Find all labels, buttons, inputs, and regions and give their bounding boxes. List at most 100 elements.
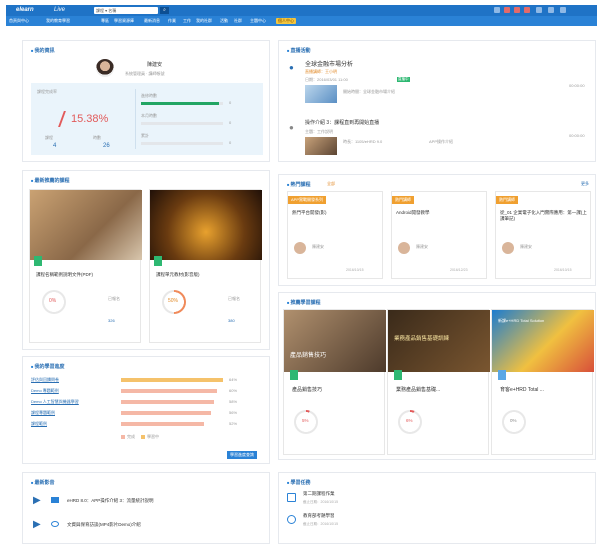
side-item: 累計 0: [141, 133, 259, 147]
nav-item[interactable]: 作業: [168, 18, 176, 24]
side-item: 本月時數 0: [141, 113, 259, 127]
task-title[interactable]: 第二期課程作業: [303, 491, 335, 497]
nav-item[interactable]: 工作: [183, 18, 191, 24]
task-title[interactable]: 教育部考題學習: [303, 513, 335, 519]
side-item-label: 進修時數: [141, 93, 157, 98]
course-status: 已報名: [228, 296, 240, 301]
live-item-desc: APP操作介紹: [429, 139, 454, 144]
nav-item[interactable]: 專區: [101, 18, 109, 24]
nav-item[interactable]: 我的教育學習: [46, 18, 70, 24]
progress-label[interactable]: 評估與回饋問卷: [31, 377, 59, 383]
recommend-title: 產品銷售技巧: [292, 387, 323, 393]
hot-title: Android開發教學: [396, 210, 430, 215]
recommend-banner-text: 新課e+HRD Total Solution: [498, 318, 545, 323]
progress-query-button[interactable]: 學習進度查詢: [227, 451, 257, 459]
nav-item[interactable]: 學習資源庫: [114, 18, 134, 24]
completion-value: 15.38%: [71, 113, 109, 125]
logo[interactable]: elearn: [16, 7, 34, 13]
live-item-desc: 開始時間：全球金融市場介紹: [343, 89, 395, 94]
recommend-card[interactable]: 業務產品銷售基礎訓練 業務產品銷售基礎... 6%: [387, 309, 490, 455]
recommend-card[interactable]: 新課e+HRD Total Solution 育客e+HRD Total ...…: [491, 309, 594, 455]
nav-item[interactable]: 首頁與中心: [9, 18, 29, 24]
side-item-bar-fill: [141, 102, 219, 105]
message-icon[interactable]: [494, 7, 500, 13]
course-image: [150, 190, 262, 260]
play-circle-icon: ●: [289, 123, 294, 132]
avatar[interactable]: [96, 59, 114, 77]
bell-icon[interactable]: [504, 7, 510, 13]
recommend-title: 業務產品銷售基礎...: [396, 387, 441, 393]
live-thumbnail[interactable]: [305, 137, 337, 155]
side-item-label: 本月時數: [141, 113, 157, 118]
side-item-bar: [141, 122, 223, 125]
live-thumbnail[interactable]: [305, 85, 337, 103]
progress-value: 56%: [229, 410, 238, 415]
left-stat-label: 課程: [45, 135, 53, 140]
bookmark-icon: [154, 256, 162, 266]
videos-panel: 最新影音 ▶ eHRD 8.0：APP操作介紹 3：流量統計說明 ▶ 文資與保育…: [22, 472, 270, 544]
nav-item-active[interactable]: 個人中心: [276, 18, 296, 24]
bookmark-icon: [290, 370, 298, 380]
recommend-percent: 5%: [302, 418, 309, 423]
right-stat-value: 26: [103, 143, 110, 149]
bookmark-icon: [394, 370, 402, 380]
video-title[interactable]: eHRD 8.0：APP操作介紹 3：流量統計說明: [67, 498, 154, 504]
search-button[interactable]: ⌕: [160, 7, 169, 14]
nav-item[interactable]: 我的社群: [196, 18, 212, 24]
live-item-title[interactable]: 操作介紹 3：課程直到再開始直播: [305, 119, 379, 126]
side-item-label: 累計: [141, 133, 149, 138]
completion-label: 課程完成率: [37, 89, 57, 94]
hot-filter[interactable]: 全部: [327, 181, 335, 187]
menu-icon[interactable]: [536, 7, 542, 13]
hot-author: 陳建安: [416, 244, 428, 249]
nav-item[interactable]: 主題中心: [250, 18, 266, 24]
more-link[interactable]: 更多: [581, 181, 589, 187]
progress-label[interactable]: 課程範例: [31, 421, 47, 427]
hot-date: 2016/10/15: [554, 268, 572, 272]
progress-bar: [121, 400, 214, 404]
live-item-time: 00:00:00: [569, 83, 585, 88]
progress-value: 60%: [229, 388, 238, 393]
progress-bar: [121, 389, 217, 393]
progress-label[interactable]: Demo 專題範例: [31, 388, 59, 394]
hot-card[interactable]: APP實戰開發系列 熱門平台開發(影) 陳建安 2016/10/15: [287, 191, 383, 279]
live-item-title[interactable]: 全球金融市場分析: [305, 59, 353, 68]
right-stat-label: 時數: [93, 135, 101, 140]
progress-label[interactable]: Demo 人工智慧與機器學習: [31, 399, 79, 405]
live-item-meta: 時長：1105/eHRD 9.0: [343, 139, 383, 144]
hot-card[interactable]: 熱門講師 Android開發教學 陳建安 2016/12/23: [391, 191, 487, 279]
hot-author: 陳建安: [520, 244, 532, 249]
nav-item[interactable]: 社群: [234, 18, 242, 24]
calendar-icon[interactable]: [514, 7, 520, 13]
hot-tag: APP實戰開發系列: [288, 196, 327, 204]
hot-author: 陳建安: [312, 244, 324, 249]
play-icon[interactable]: ▶: [33, 519, 41, 530]
user-icon[interactable]: [560, 7, 566, 13]
panel-title: 直播活動: [287, 47, 311, 54]
main-nav: 首頁與中心 我的教育學習 專區 學習資源庫 最新消息 作業 工作 我的社群 活動…: [6, 16, 597, 26]
video-title[interactable]: 文資與保育訪談(MP4影片Demo)介紹: [67, 522, 141, 528]
nav-item[interactable]: 最新消息: [144, 18, 160, 24]
profile-panel: 我的資訊 陳建安 系統管理員 · 講師帳號 課程完成率 15.38% 課程 4 …: [22, 40, 270, 162]
search-input[interactable]: 課程 ▾ 名稱: [94, 7, 158, 14]
course-title: 課程名稱範例說明文件(PDF): [36, 272, 93, 277]
legend-label: 學習中: [147, 434, 159, 439]
panel-title: 推薦學習課程: [287, 299, 321, 306]
hot-card[interactable]: 熱門講師 從_01 企業電子化入門實際應用：第一課(上課筆記) 陳建安 2016…: [495, 191, 591, 279]
nav-item[interactable]: 活動: [220, 18, 228, 24]
chat-icon[interactable]: [524, 7, 530, 13]
recommend-banner-text: 產品銷售技巧: [290, 353, 327, 359]
side-item: 進修時數 0: [141, 93, 259, 107]
progress-value: 52%: [229, 421, 238, 426]
progress-label[interactable]: 課程專題範例: [31, 410, 55, 416]
logo-subtitle: Live: [54, 7, 66, 13]
progress-bar: [121, 378, 223, 382]
course-card[interactable]: 課程單元教材(影音版) 50% 已報名 380: [149, 189, 262, 343]
side-item-bar: [141, 142, 223, 145]
play-icon[interactable]: ▶: [33, 495, 41, 506]
legend-label: 完成: [127, 434, 135, 439]
recommend-card[interactable]: 產品銷售技巧 產品銷售技巧 5%: [283, 309, 386, 455]
course-card[interactable]: 課程名稱範例說明文件(PDF) 0% 已報名 326: [29, 189, 142, 343]
settings-icon[interactable]: [548, 7, 554, 13]
live-item-subtitle: 直播講師：王小明: [305, 69, 337, 74]
